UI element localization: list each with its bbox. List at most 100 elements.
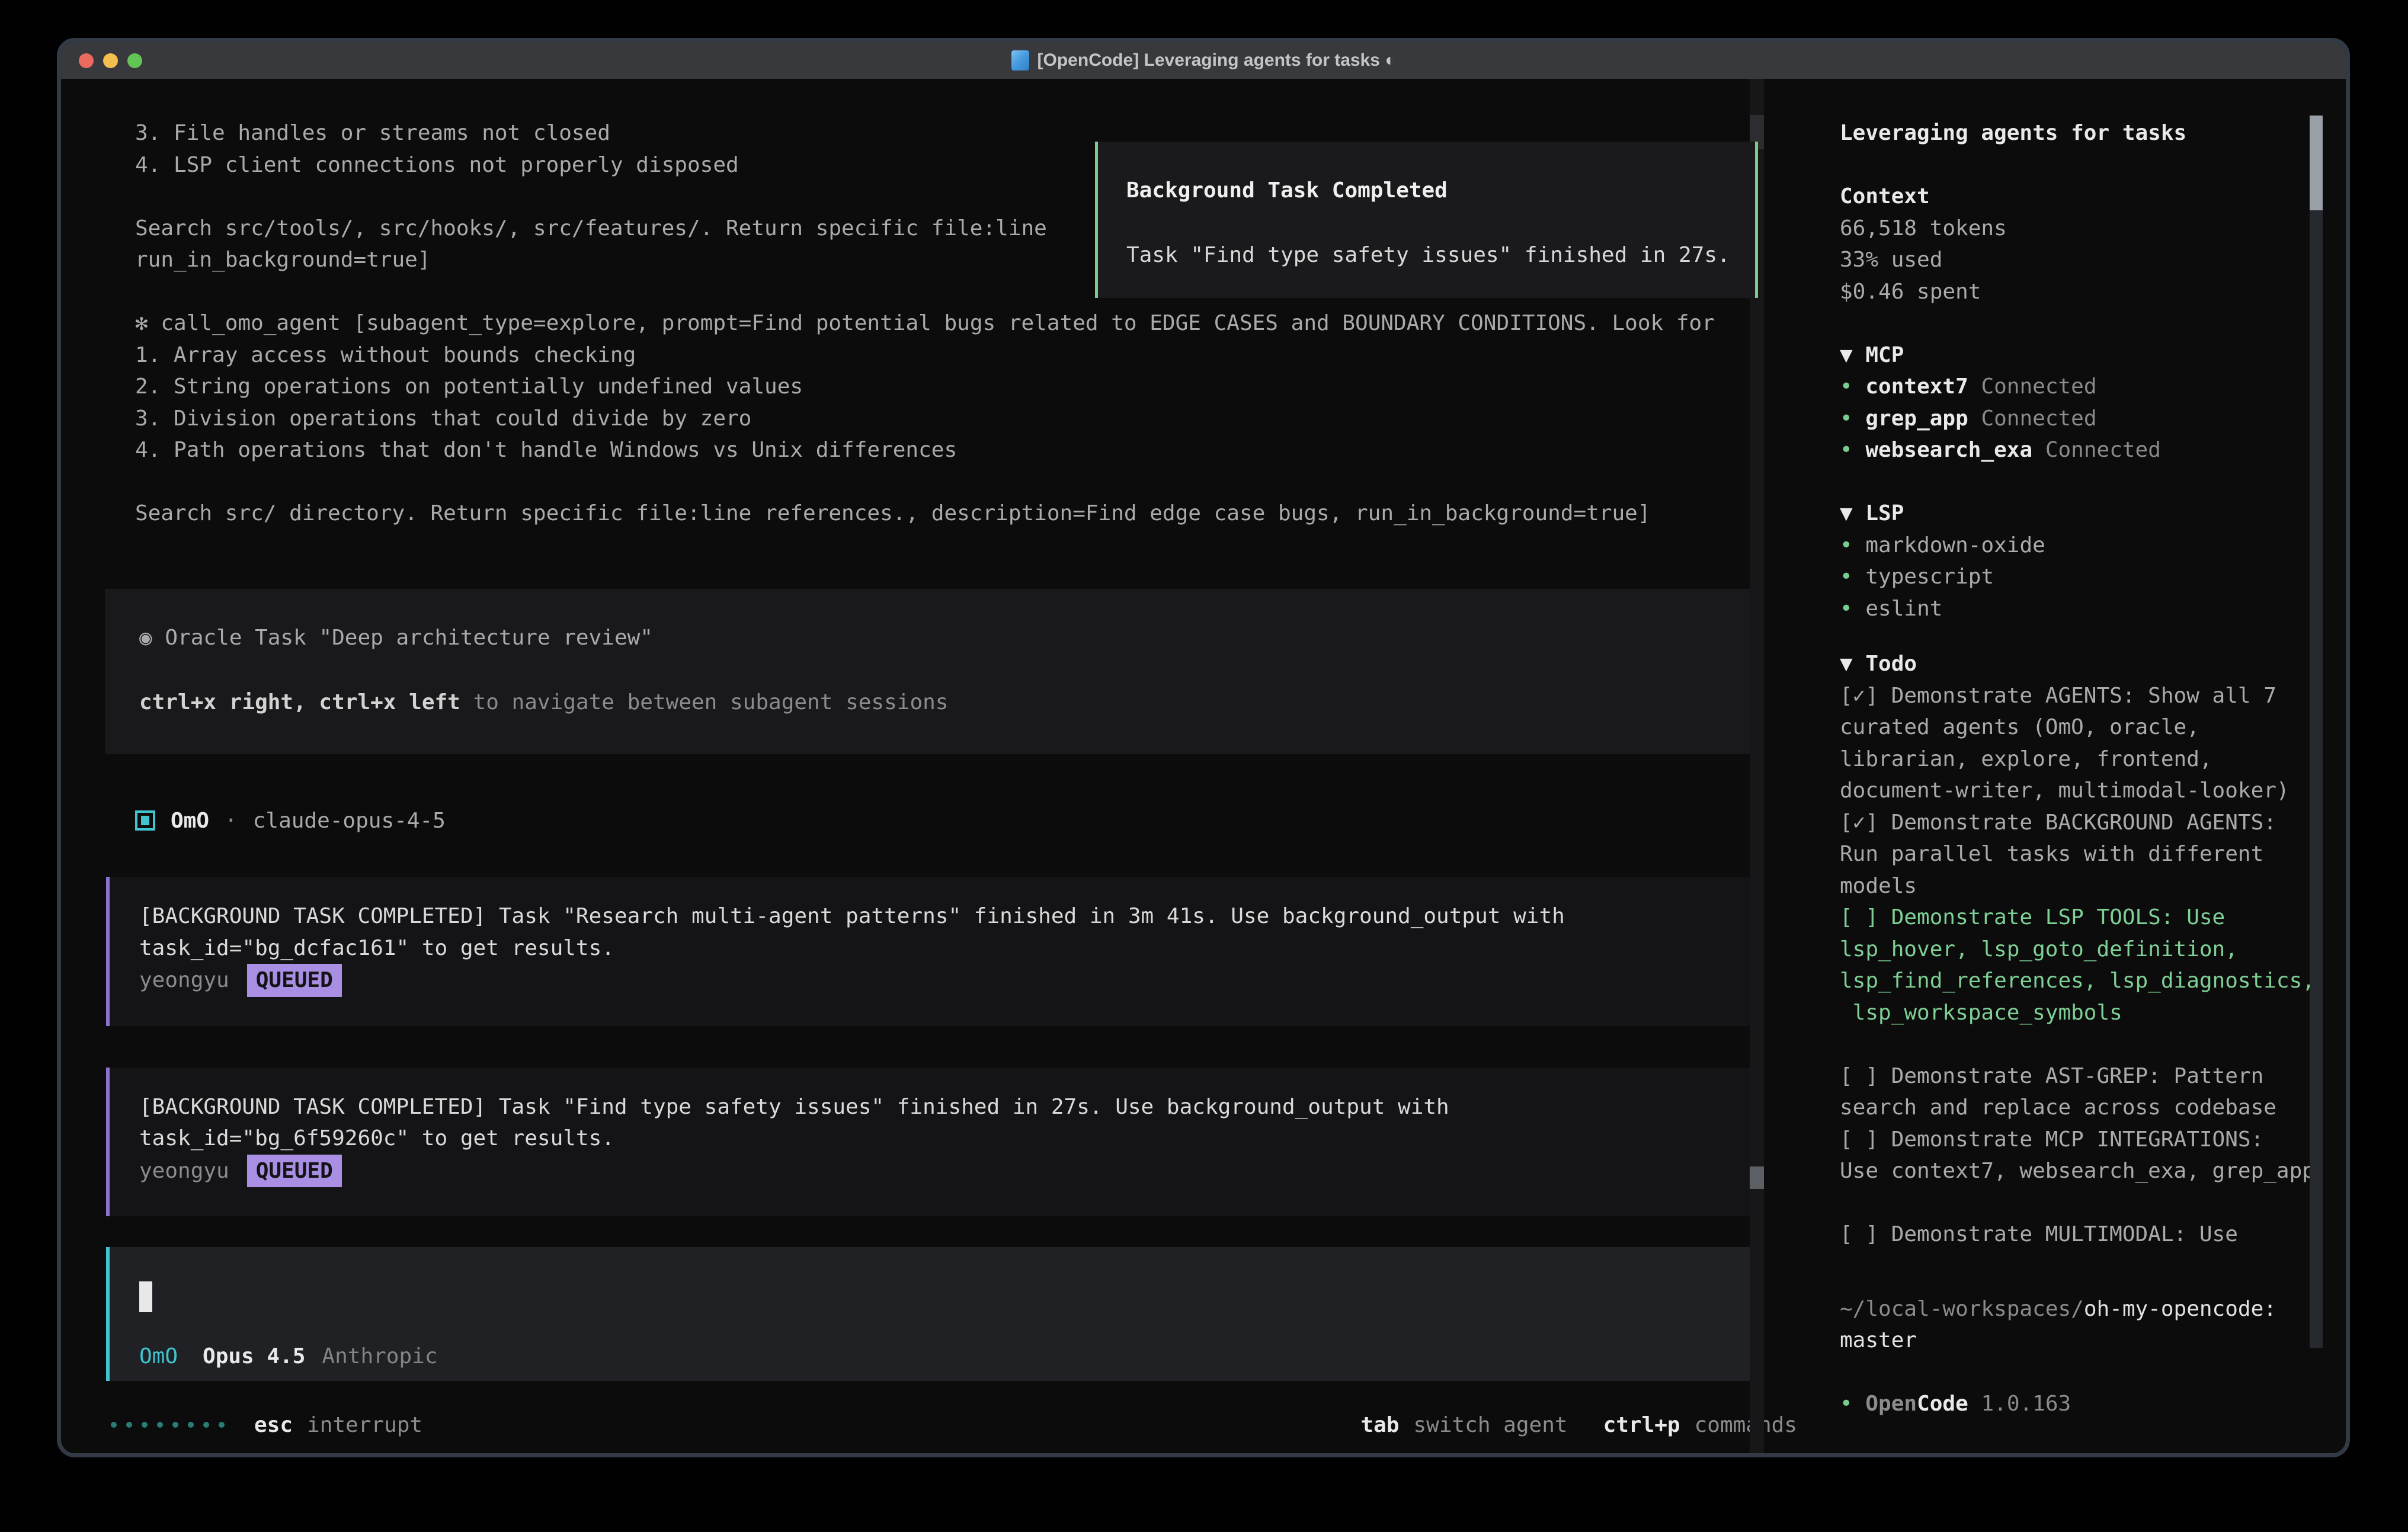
todo-pending-line: Use context7, websearch_exa, grep_app (1840, 1155, 2346, 1187)
oracle-task-title: ◉ Oracle Task "Deep architecture review" (139, 622, 1755, 654)
mcp-item: • websearch_exa Connected (1840, 434, 2346, 466)
input-provider-name: Anthropic (322, 1341, 437, 1373)
agent-model: claude-opus-4-5 (253, 805, 446, 837)
lsp-item: • typescript (1840, 561, 2346, 593)
status-bar: esc interrupt tab switch agent ctrl+p co… (111, 1409, 1797, 1441)
background-task-message: [BACKGROUND TASK COMPLETED] Task "Resear… (106, 877, 1755, 1026)
task-text-line: [BACKGROUND TASK COMPLETED] Task "Find t… (139, 1091, 1755, 1123)
tool-call-line: ✻ call_omo_agent [subagent_type=explore,… (135, 307, 1797, 339)
window-title-text: [OpenCode] Leveraging agents for tasks ◐ (1038, 50, 1396, 70)
minimize-button[interactable] (103, 53, 118, 68)
workspace-path: ~/local-workspaces/oh-my-opencode: (1840, 1293, 2346, 1325)
context-heading: Context (1840, 181, 2346, 213)
tab-key-hint: tab (1360, 1409, 1399, 1441)
todo-done-line: curated agents (OmO, oracle, (1840, 711, 2346, 743)
todo-active-line: lsp_find_references, lsp_diagnostics, (1840, 965, 2346, 997)
notification-title: Background Task Completed (1126, 175, 1755, 207)
maximize-button[interactable] (127, 53, 142, 68)
green-dot-icon: • (1840, 565, 1853, 589)
mcp-item: • context7 Connected (1840, 371, 2346, 403)
green-dot-icon: • (1840, 406, 1853, 431)
todo-pending-line: search and replace across codebase (1840, 1092, 2346, 1124)
agent-name: OmO (171, 805, 209, 837)
fisheye-icon: ◉ (139, 626, 152, 650)
task-text-line: task_id="bg_6f59260c" to get results. (139, 1123, 1755, 1155)
green-dot-icon: • (1840, 597, 1853, 621)
agent-header: OmO · claude-opus-4-5 (135, 805, 1797, 837)
prompt-input[interactable]: OmO Opus 4.5 Anthropic (106, 1247, 1755, 1381)
oracle-task-card[interactable]: ◉ Oracle Task "Deep architecture review"… (105, 589, 1755, 754)
esc-key-label: interrupt (307, 1409, 422, 1441)
ctrlp-key-hint: ctrl+p (1603, 1409, 1680, 1441)
status-badge: QUEUED (247, 964, 342, 997)
main-scrollbar-thumb[interactable] (1750, 1166, 1764, 1189)
chevron-down-icon: ▼ (1840, 343, 1853, 367)
green-dot-icon: • (1840, 533, 1853, 557)
input-agent-name: OmO (139, 1341, 178, 1373)
message-line: Search src/ directory. Return specific f… (135, 498, 1797, 530)
ctrlp-key-label: commands (1695, 1409, 1797, 1441)
tab-key-label: switch agent (1413, 1409, 1567, 1441)
chat-pane: 3. File handles or streams not closed 4.… (61, 79, 1797, 1453)
message-line: 1. Array access without bounds checking (135, 339, 1797, 371)
task-meta-line: yeongyuQUEUED (139, 964, 1755, 997)
progress-dots-icon (111, 1422, 225, 1428)
todo-done-line: librarian, explore, frontend, (1840, 743, 2346, 775)
status-badge: QUEUED (247, 1155, 342, 1188)
task-text-line: task_id="bg_dcfac161" to get results. (139, 932, 1755, 964)
mcp-section-header[interactable]: ▼ MCP (1840, 339, 2346, 371)
mcp-item: • grep_app Connected (1840, 403, 2346, 435)
background-task-message: [BACKGROUND TASK COMPLETED] Task "Find t… (106, 1068, 1755, 1217)
separator-dot: · (225, 805, 238, 837)
lsp-section-header[interactable]: ▼ LSP (1840, 498, 2346, 530)
todo-done-line: Run parallel tasks with different (1840, 838, 2346, 870)
chevron-down-icon: ▼ (1840, 501, 1853, 525)
todo-done-line: [✓] Demonstrate AGENTS: Show all 7 (1840, 680, 2346, 712)
todo-active-line: [ ] Demonstrate LSP TOOLS: Use (1840, 902, 2346, 934)
version-line: • OpenCode 1.0.163 (1840, 1388, 2346, 1420)
message-line: 3. Division operations that could divide… (135, 403, 1797, 435)
lsp-item: • eslint (1840, 593, 2346, 625)
green-dot-icon: • (1840, 438, 1853, 462)
notification-toast[interactable]: Background Task Completed Task "Find typ… (1095, 142, 1758, 298)
sidebar: Leveraging agents for tasks Context 66,5… (1836, 79, 2346, 1453)
model-selector[interactable]: OmO Opus 4.5 Anthropic (139, 1341, 1755, 1373)
context-used: 33% used (1840, 244, 2346, 276)
todo-pending-line: [ ] Demonstrate MULTIMODAL: Use (1840, 1219, 2346, 1251)
notification-body: Task "Find type safety issues" finished … (1126, 239, 1755, 271)
window-title: [OpenCode] Leveraging agents for tasks ◐ (1011, 50, 1396, 70)
todo-done-line: models (1840, 870, 2346, 902)
todo-done-line: document-writer, multimodal-looker) (1840, 775, 2346, 807)
context-tokens: 66,518 tokens (1840, 213, 2346, 245)
context-spent: $0.46 spent (1840, 276, 2346, 308)
spinner-icon: ✻ (135, 311, 148, 335)
green-dot-icon: • (1840, 1392, 1853, 1416)
user-name: yeongyu (139, 1159, 229, 1183)
title-bar[interactable]: [OpenCode] Leveraging agents for tasks ◐ (61, 42, 2346, 79)
window-controls (79, 42, 142, 79)
message-line: 2. String operations on potentially unde… (135, 371, 1797, 403)
chevron-down-icon: ▼ (1840, 652, 1853, 676)
task-meta-line: yeongyu QUEUED (139, 1155, 1755, 1188)
sidebar-scrollbar-thumb[interactable] (2310, 116, 2323, 210)
workspace-branch: master (1840, 1325, 2346, 1357)
esc-key-hint: esc (254, 1409, 293, 1441)
desktop: [OpenCode] Leveraging agents for tasks ◐… (0, 0, 2408, 1532)
sidebar-scrollbar-track[interactable] (2310, 116, 2323, 1348)
todo-active-line: lsp_workspace_symbols (1840, 997, 2346, 1029)
close-button[interactable] (79, 53, 94, 68)
todo-pending-line: [ ] Demonstrate AST-GREP: Pattern (1840, 1060, 2346, 1092)
session-title: Leveraging agents for tasks (1840, 117, 2346, 149)
message-line: 4. Path operations that don't handle Win… (135, 434, 1797, 466)
input-model-name: Opus 4.5 (203, 1341, 305, 1373)
green-dot-icon: • (1840, 374, 1853, 399)
omo-agent-icon (135, 810, 155, 831)
todo-done-line: [✓] Demonstrate BACKGROUND AGENTS: (1840, 807, 2346, 839)
todo-active-line: lsp_hover, lsp_goto_definition, (1840, 934, 2346, 966)
document-icon (1011, 50, 1029, 70)
task-text-line: [BACKGROUND TASK COMPLETED] Task "Resear… (139, 900, 1755, 932)
navigation-hint: ctrl+x right, ctrl+x left to navigate be… (139, 687, 1755, 719)
text-cursor (139, 1281, 152, 1312)
terminal-window: [OpenCode] Leveraging agents for tasks ◐… (57, 38, 2350, 1457)
todo-section-header[interactable]: ▼ Todo (1840, 648, 2346, 680)
